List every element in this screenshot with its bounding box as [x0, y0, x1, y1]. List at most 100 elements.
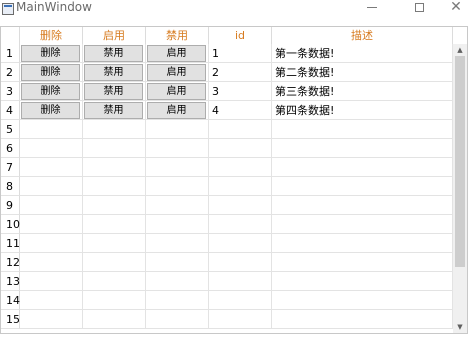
empty-cell[interactable]: [272, 234, 453, 253]
row-number[interactable]: 6: [1, 139, 20, 158]
delete-button[interactable]: 删除: [21, 64, 80, 81]
arrow-down-icon[interactable]: ▼: [453, 321, 467, 333]
column-header-disable[interactable]: 禁用: [146, 27, 209, 44]
empty-cell[interactable]: [83, 234, 146, 253]
empty-cell[interactable]: [20, 215, 83, 234]
column-header-description[interactable]: 描述: [272, 27, 453, 44]
empty-cell[interactable]: [272, 310, 453, 329]
table-row[interactable]: 1 删除 禁用 启用 1 第一条数据!: [1, 44, 453, 63]
table-row[interactable]: 14: [1, 291, 453, 310]
empty-cell[interactable]: [20, 196, 83, 215]
empty-cell[interactable]: [83, 215, 146, 234]
empty-cell[interactable]: [209, 215, 272, 234]
empty-cell[interactable]: [272, 120, 453, 139]
empty-cell[interactable]: [146, 158, 209, 177]
empty-cell[interactable]: [272, 139, 453, 158]
row-number[interactable]: 8: [1, 177, 20, 196]
cell-description[interactable]: 第三条数据!: [272, 82, 453, 101]
row-number[interactable]: 15: [1, 310, 20, 329]
empty-cell[interactable]: [209, 120, 272, 139]
scroll-thumb[interactable]: [455, 56, 465, 267]
cell-id[interactable]: 1: [209, 44, 272, 63]
empty-cell[interactable]: [209, 234, 272, 253]
empty-cell[interactable]: [83, 177, 146, 196]
column-header-id[interactable]: id: [209, 27, 272, 44]
empty-cell[interactable]: [83, 158, 146, 177]
empty-cell[interactable]: [20, 139, 83, 158]
delete-button[interactable]: 删除: [21, 45, 80, 62]
delete-button[interactable]: 删除: [21, 102, 80, 119]
table-row[interactable]: 11: [1, 234, 453, 253]
disable-button[interactable]: 禁用: [84, 45, 143, 62]
cell-description[interactable]: 第四条数据!: [272, 101, 453, 120]
empty-cell[interactable]: [146, 177, 209, 196]
empty-cell[interactable]: [146, 215, 209, 234]
empty-cell[interactable]: [20, 158, 83, 177]
table-row[interactable]: 4 删除 禁用 启用 4 第四条数据!: [1, 101, 453, 120]
empty-cell[interactable]: [272, 196, 453, 215]
enable-button[interactable]: 启用: [147, 64, 206, 81]
empty-cell[interactable]: [20, 272, 83, 291]
empty-cell[interactable]: [272, 177, 453, 196]
row-number[interactable]: 1: [1, 44, 20, 63]
row-number[interactable]: 5: [1, 120, 20, 139]
table-row[interactable]: 8: [1, 177, 453, 196]
empty-cell[interactable]: [20, 120, 83, 139]
row-number[interactable]: 7: [1, 158, 20, 177]
empty-cell[interactable]: [209, 253, 272, 272]
empty-cell[interactable]: [83, 120, 146, 139]
empty-cell[interactable]: [272, 253, 453, 272]
row-number[interactable]: 11: [1, 234, 20, 253]
table-row[interactable]: 6: [1, 139, 453, 158]
table-corner[interactable]: [1, 27, 20, 44]
row-number[interactable]: 9: [1, 196, 20, 215]
empty-cell[interactable]: [209, 291, 272, 310]
empty-cell[interactable]: [83, 291, 146, 310]
cell-description[interactable]: 第二条数据!: [272, 63, 453, 82]
column-header-enable[interactable]: 启用: [83, 27, 146, 44]
disable-button[interactable]: 禁用: [84, 64, 143, 81]
empty-cell[interactable]: [20, 177, 83, 196]
empty-cell[interactable]: [209, 139, 272, 158]
empty-cell[interactable]: [83, 253, 146, 272]
empty-cell[interactable]: [146, 272, 209, 291]
enable-button[interactable]: 启用: [147, 102, 206, 119]
empty-cell[interactable]: [20, 291, 83, 310]
table-row[interactable]: 15: [1, 310, 453, 329]
empty-cell[interactable]: [146, 120, 209, 139]
empty-cell[interactable]: [20, 234, 83, 253]
row-number[interactable]: 13: [1, 272, 20, 291]
empty-cell[interactable]: [146, 196, 209, 215]
row-number[interactable]: 4: [1, 101, 20, 120]
empty-cell[interactable]: [146, 139, 209, 158]
empty-cell[interactable]: [272, 158, 453, 177]
table-row[interactable]: 10: [1, 215, 453, 234]
empty-cell[interactable]: [83, 272, 146, 291]
table-row[interactable]: 2 删除 禁用 启用 2 第二条数据!: [1, 63, 453, 82]
minimize-button[interactable]: [354, 0, 390, 14]
empty-cell[interactable]: [20, 310, 83, 329]
arrow-up-icon[interactable]: ▲: [453, 44, 467, 56]
cell-id[interactable]: 4: [209, 101, 272, 120]
row-number[interactable]: 3: [1, 82, 20, 101]
empty-cell[interactable]: [83, 310, 146, 329]
empty-cell[interactable]: [146, 253, 209, 272]
disable-button[interactable]: 禁用: [84, 102, 143, 119]
table-row[interactable]: 13: [1, 272, 453, 291]
maximize-button[interactable]: [401, 0, 437, 14]
empty-cell[interactable]: [209, 196, 272, 215]
empty-cell[interactable]: [83, 139, 146, 158]
disable-button[interactable]: 禁用: [84, 83, 143, 100]
empty-cell[interactable]: [146, 234, 209, 253]
close-button[interactable]: ✕: [438, 0, 474, 14]
empty-cell[interactable]: [272, 291, 453, 310]
empty-cell[interactable]: [272, 272, 453, 291]
empty-cell[interactable]: [209, 310, 272, 329]
column-header-delete[interactable]: 删除: [20, 27, 83, 44]
row-number[interactable]: 12: [1, 253, 20, 272]
row-number[interactable]: 2: [1, 63, 20, 82]
cell-id[interactable]: 2: [209, 63, 272, 82]
table-row[interactable]: 9: [1, 196, 453, 215]
table-row[interactable]: 12: [1, 253, 453, 272]
cell-description[interactable]: 第一条数据!: [272, 44, 453, 63]
